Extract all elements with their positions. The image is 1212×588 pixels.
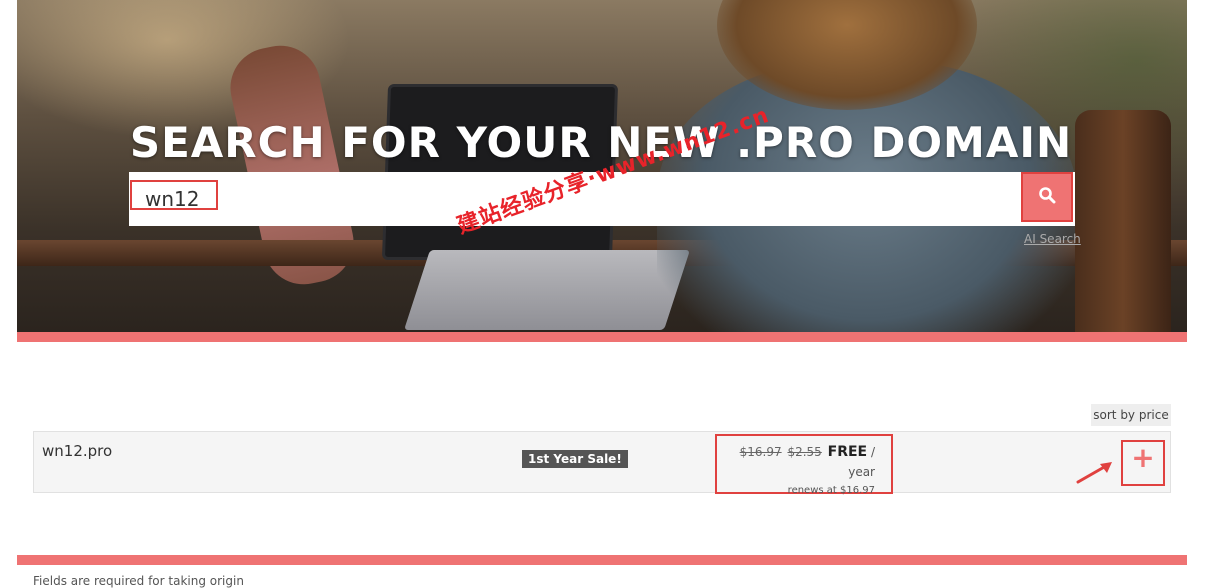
price-box: $16.97 $2.55 FREE / year renews at $16.9… [715,434,893,496]
sort-by-price-button[interactable]: sort by price [1091,404,1171,426]
renewal-price: renews at $16.97 [787,485,875,496]
results-bottom-bar [17,555,1187,565]
current-price: FREE [827,444,868,460]
domain-result-row: wn12.pro 1st Year Sale! $16.97 $2.55 FRE… [33,431,1171,496]
domain-name: wn12.pro [42,442,113,460]
price-line: $16.97 $2.55 FREE / year [717,442,875,482]
search-button[interactable] [1021,172,1073,222]
hero-photo-keyboard [404,250,690,330]
sale-price-struck: $2.55 [787,445,822,459]
ai-search-link[interactable]: AI Search [1024,232,1081,246]
sale-badge: 1st Year Sale! [522,450,628,468]
add-to-cart-button[interactable]: + [1121,440,1165,486]
arrow-annotation-icon [1076,462,1112,484]
hero-bottom-bar [17,332,1187,342]
input-highlight-frame [130,180,218,210]
plus-icon: + [1131,441,1155,474]
old-price: $16.97 [739,445,782,459]
footer-note: Fields are required for taking origin [33,574,244,588]
search-icon [1038,186,1056,209]
